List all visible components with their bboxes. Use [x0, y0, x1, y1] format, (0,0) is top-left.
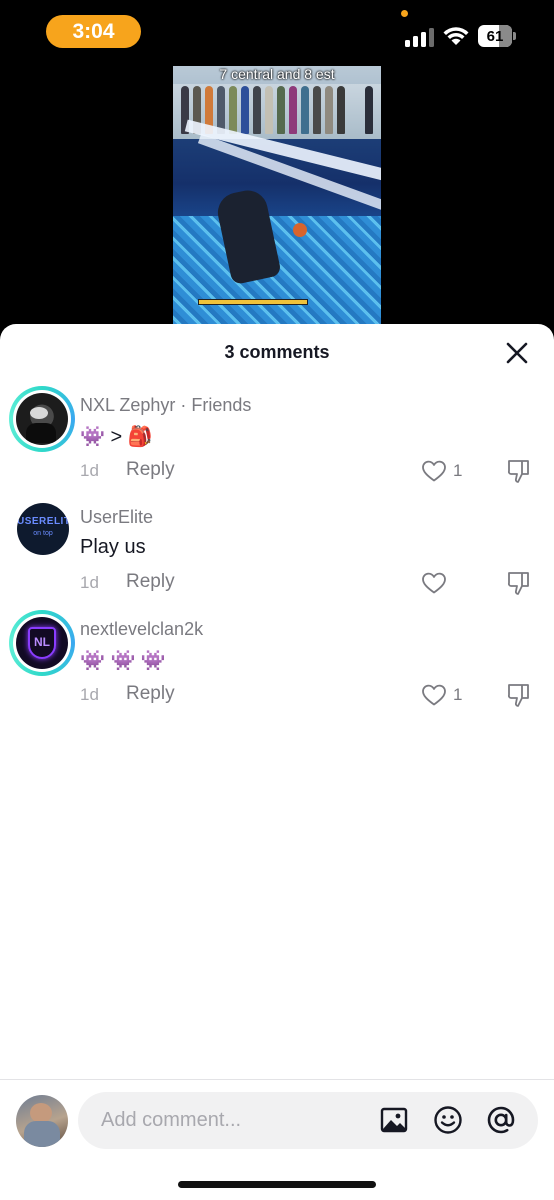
heart-outline-icon: [422, 460, 446, 482]
like-count: 1: [453, 461, 463, 480]
heart-outline-icon: [422, 684, 446, 706]
comments-count-title: 3 comments: [224, 342, 330, 362]
comment-text: 👾 👾 👾: [80, 650, 166, 672]
avatar[interactable]: NL: [9, 610, 75, 676]
comment-text: 👾 > 🎒: [80, 426, 153, 448]
dislike-icon[interactable]: [505, 681, 533, 709]
mention-icon[interactable]: [486, 1105, 516, 1135]
add-comment-input[interactable]: [78, 1092, 538, 1149]
like-button[interactable]: [421, 569, 453, 597]
composer-divider: [0, 1079, 554, 1080]
home-indicator[interactable]: [178, 1181, 376, 1188]
close-icon[interactable]: [503, 339, 531, 367]
like-button[interactable]: 1: [421, 681, 462, 709]
comment-item: USERELITE on top UserElite Play us 1d Re…: [0, 498, 554, 608]
avatar[interactable]: USERELITE on top: [17, 503, 69, 555]
avatar[interactable]: [9, 386, 75, 452]
reply-button[interactable]: Reply: [126, 683, 175, 705]
heart-outline-icon: [422, 572, 446, 594]
emoji-icon[interactable]: [433, 1105, 463, 1135]
comment-item: NL nextlevelclan2k 👾 👾 👾 1d Reply 1: [0, 610, 554, 720]
video-preview[interactable]: [173, 66, 381, 328]
avatar-logo-text: NL: [34, 635, 50, 649]
video-hud-bar: [198, 299, 308, 305]
reply-button[interactable]: Reply: [126, 571, 175, 593]
image-icon[interactable]: [379, 1105, 409, 1135]
battery-icon: 61: [478, 25, 516, 47]
battery-percentage: 61: [486, 27, 504, 45]
video-caption: 7 central and 8 est: [219, 66, 335, 82]
status-time[interactable]: 3:04: [46, 15, 141, 48]
comment-timestamp: 1d: [80, 573, 99, 592]
video-basketball: [293, 223, 307, 237]
comment-username[interactable]: UserElite: [80, 507, 153, 528]
comment-timestamp: 1d: [80, 461, 99, 480]
wifi-icon: [443, 27, 469, 45]
status-bar: 3:04 61: [0, 0, 554, 66]
cellular-signal-icon: [405, 27, 435, 47]
like-button[interactable]: 1: [421, 457, 462, 485]
current-user-avatar[interactable]: [16, 1095, 68, 1147]
comments-sheet: 3 comments NXL Zephyr · Friends 👾 > 🎒 1d…: [0, 324, 554, 1200]
comment-username[interactable]: nextlevelclan2k: [80, 619, 203, 640]
comment-username[interactable]: NXL Zephyr · Friends: [80, 395, 251, 416]
reply-button[interactable]: Reply: [126, 459, 175, 481]
like-count: 1: [453, 685, 463, 704]
privacy-indicator-dot: [401, 10, 408, 17]
dislike-icon[interactable]: [505, 569, 533, 597]
avatar-logo-subtext: on top: [33, 530, 53, 537]
dislike-icon[interactable]: [505, 457, 533, 485]
comment-timestamp: 1d: [80, 685, 99, 704]
comment-text: Play us: [80, 536, 146, 558]
avatar-logo-text: USERELITE: [17, 516, 69, 527]
comment-item: NXL Zephyr · Friends 👾 > 🎒 1d Reply 1: [0, 386, 554, 496]
